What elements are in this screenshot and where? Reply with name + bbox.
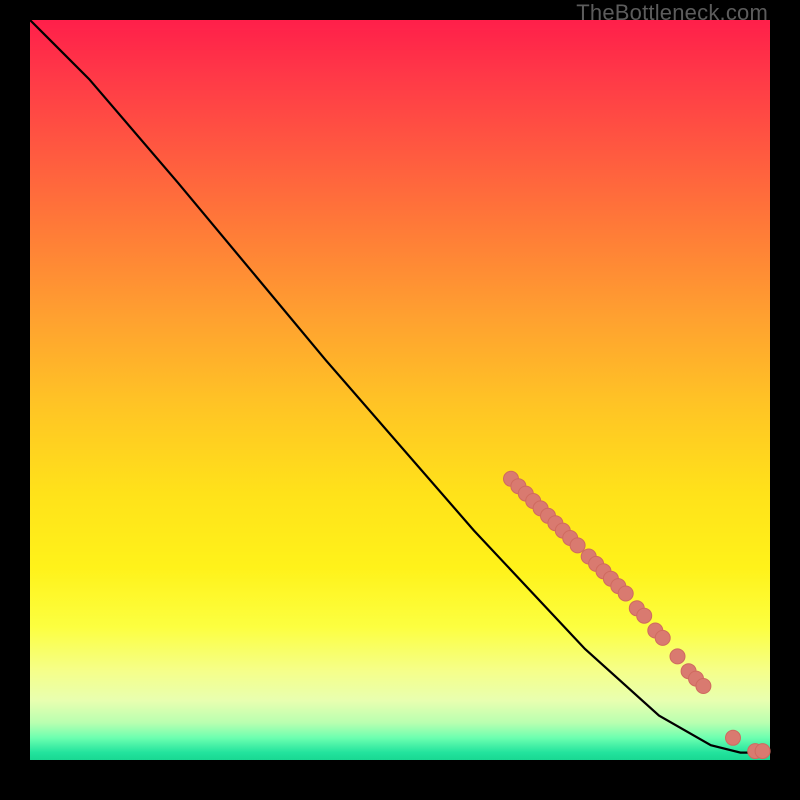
datapoint-marker <box>670 649 685 664</box>
datapoint-marker <box>696 679 711 694</box>
datapoint-marker <box>755 744 770 759</box>
chart-frame: TheBottleneck.com <box>0 0 800 800</box>
datapoint-marker <box>618 586 633 601</box>
datapoint-marker <box>570 538 585 553</box>
plot-area <box>30 20 770 760</box>
datapoint-marker <box>655 630 670 645</box>
datapoint-markers <box>504 471 771 758</box>
datapoint-marker <box>726 730 741 745</box>
chart-svg <box>30 20 770 760</box>
datapoint-marker <box>637 608 652 623</box>
